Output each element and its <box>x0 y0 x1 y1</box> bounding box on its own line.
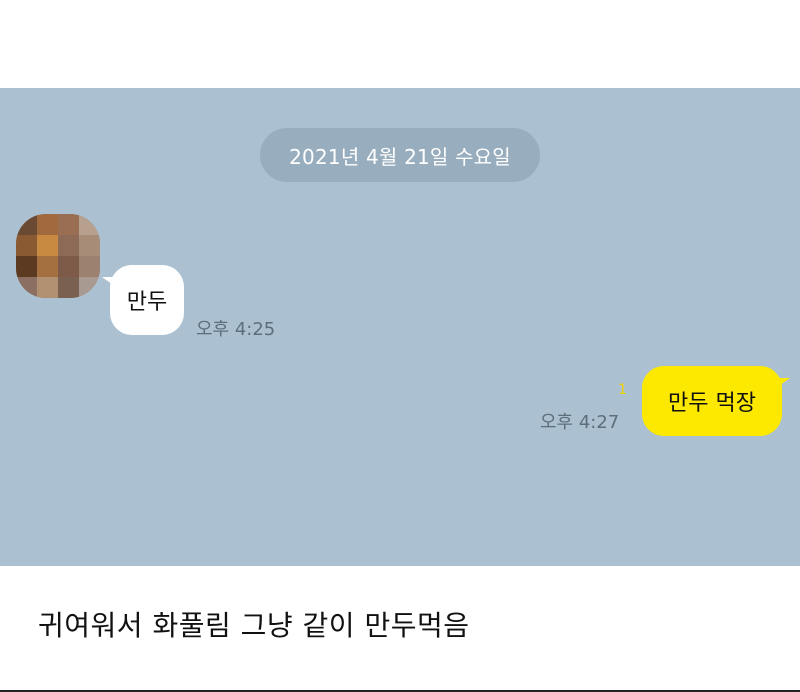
avatar[interactable] <box>16 214 100 298</box>
incoming-message-text: 만두 <box>126 290 168 315</box>
chat-area: 2021년 4월 21일 수요일 만두 오후 4:25 1 오후 4:27 만두… <box>0 88 800 566</box>
unread-count: 1 <box>618 382 627 398</box>
caption-text: 귀여워서 화풀림 그냥 같이 만두먹음 <box>38 609 470 642</box>
outgoing-message-text: 만두 먹장 <box>668 391 756 416</box>
outgoing-message-bubble[interactable]: 만두 먹장 <box>642 366 790 436</box>
outgoing-message-time: 오후 4:27 <box>540 412 620 433</box>
incoming-message-bubble[interactable]: 만두 <box>102 265 184 335</box>
incoming-message-time: 오후 4:25 <box>196 319 276 340</box>
date-divider: 2021년 4월 21일 수요일 <box>260 128 540 182</box>
